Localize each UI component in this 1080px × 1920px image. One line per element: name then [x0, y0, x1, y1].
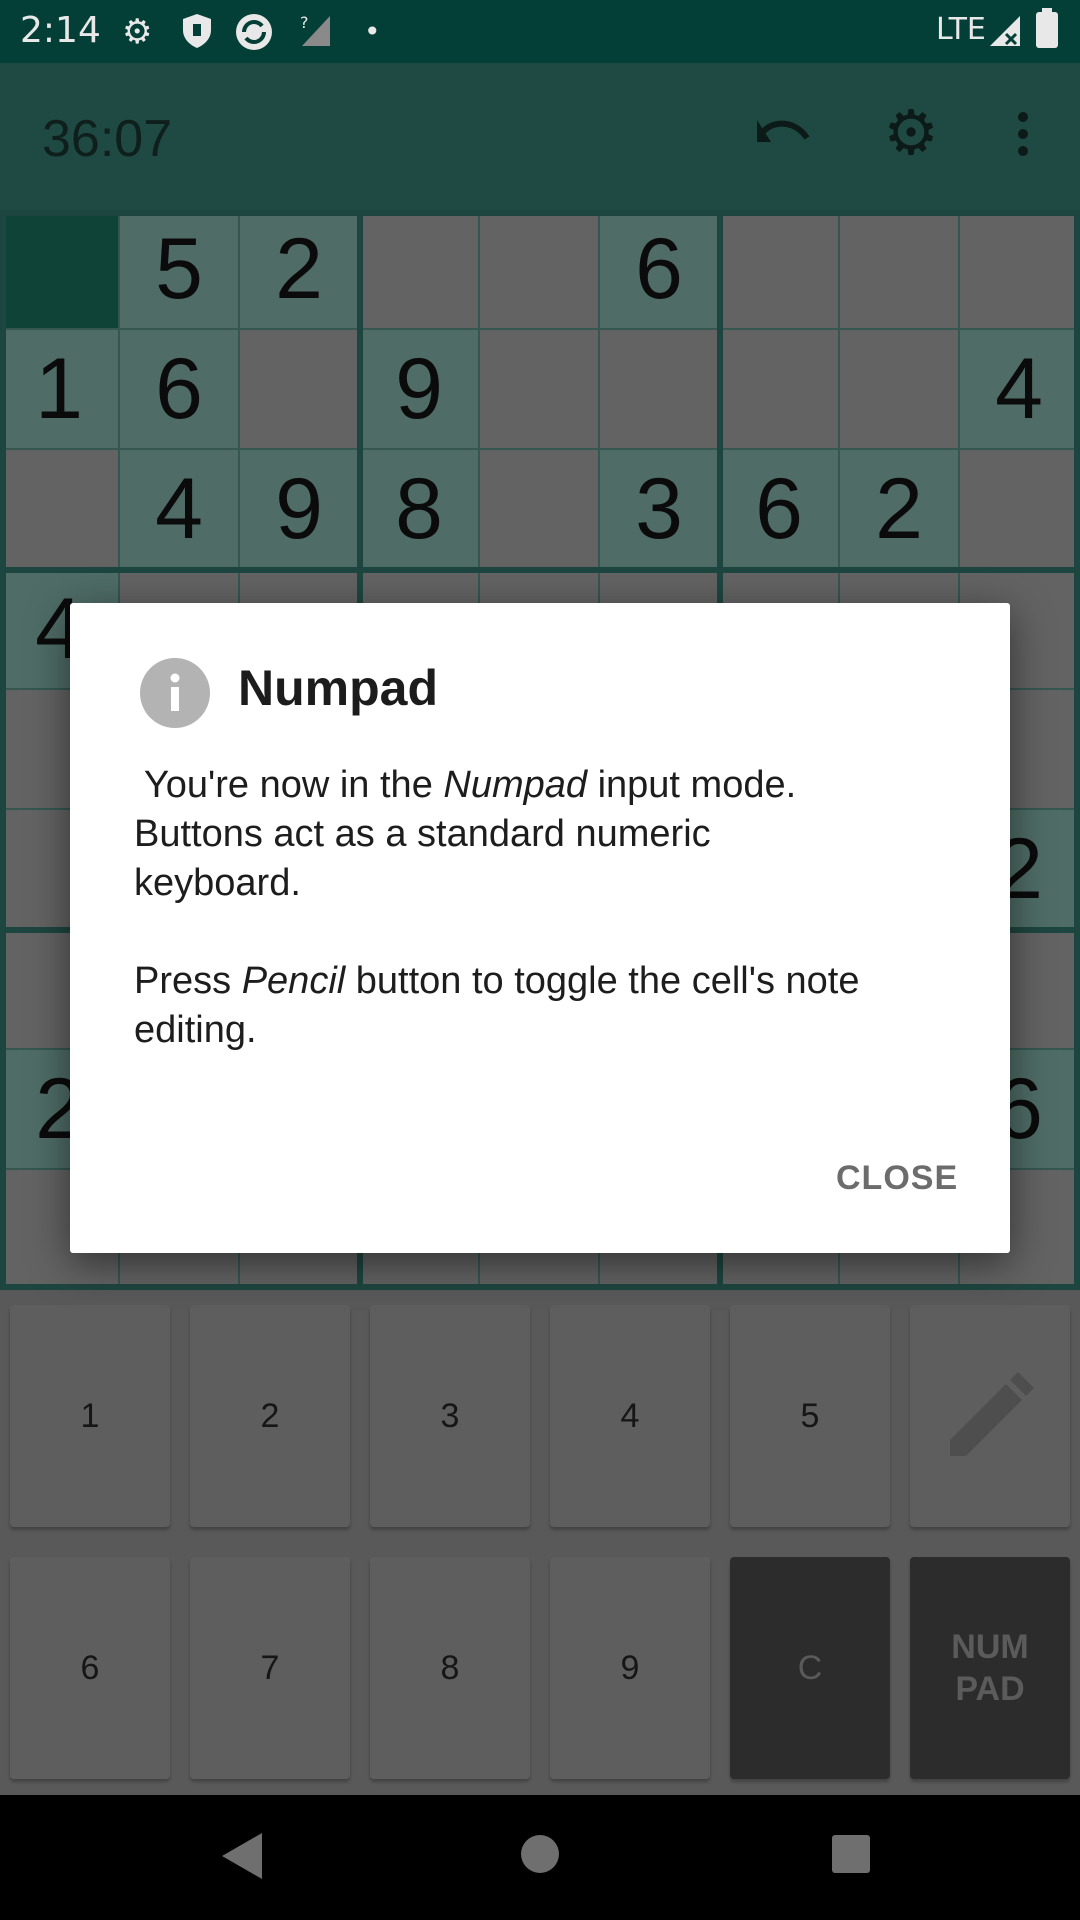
- board-cell[interactable]: 6: [600, 210, 720, 330]
- no-signal-status-icon: ?: [298, 12, 332, 57]
- board-cell[interactable]: [480, 450, 600, 570]
- board-cell[interactable]: 4: [120, 450, 240, 570]
- gear-icon: ⚙: [883, 99, 939, 168]
- key-9[interactable]: 9: [550, 1557, 710, 1779]
- board-cell[interactable]: 6: [120, 330, 240, 450]
- pencil-button[interactable]: [910, 1305, 1070, 1527]
- status-time: 2:14: [20, 10, 101, 51]
- dialog-text: Buttons act as a standard numeric: [134, 813, 711, 855]
- board-cell[interactable]: [480, 330, 600, 450]
- dialog-text: editing.: [134, 1009, 257, 1051]
- dialog-text: input mode.: [587, 764, 797, 806]
- status-bar: 2:14 ⚙ ? • LTE: [0, 0, 1080, 63]
- block-divider: [0, 210, 1080, 216]
- dialog-text-emphasis: Pencil: [241, 960, 346, 1002]
- board-cell[interactable]: 4: [960, 330, 1080, 450]
- board-cell[interactable]: [0, 450, 120, 570]
- back-icon[interactable]: [222, 1833, 262, 1879]
- board-cell[interactable]: 8: [360, 450, 480, 570]
- keypad: 1 2 3 4 5 6 7 8 9 C NUM PAD: [0, 1290, 1080, 1795]
- board-cell[interactable]: [960, 210, 1080, 330]
- board-cell[interactable]: 9: [240, 450, 360, 570]
- key-8[interactable]: 8: [370, 1557, 530, 1779]
- board-cell[interactable]: 3: [600, 450, 720, 570]
- settings-status-icon: ⚙: [122, 12, 153, 52]
- block-divider: [0, 567, 1080, 573]
- app-bar: 36:07 ⚙: [0, 63, 1080, 210]
- dialog-message: You're now in the Numpad input mode. But…: [134, 761, 954, 1055]
- key-3[interactable]: 3: [370, 1305, 530, 1527]
- battery-icon: [1036, 8, 1058, 48]
- board-cell[interactable]: 5: [120, 210, 240, 330]
- navigation-bar: [0, 1795, 1080, 1920]
- key-5[interactable]: 5: [730, 1305, 890, 1527]
- block-divider: [1074, 210, 1080, 1290]
- notification-dot-icon: •: [364, 15, 381, 48]
- input-mode-label-line2: PAD: [955, 1670, 1025, 1708]
- board-cell[interactable]: 2: [240, 210, 360, 330]
- dialog-text-emphasis: Numpad: [443, 764, 588, 806]
- board-cell[interactable]: [0, 210, 120, 330]
- dialog-text: Press: [134, 960, 242, 1002]
- dialog-title: Numpad: [238, 660, 438, 716]
- undo-icon: [757, 120, 810, 142]
- game-timer: 36:07: [42, 110, 173, 168]
- board-cell[interactable]: 1: [0, 330, 120, 450]
- more-options-button[interactable]: [988, 99, 1058, 169]
- signal-icon: [990, 16, 1020, 46]
- block-divider: [0, 210, 6, 1290]
- input-mode-label-line1: NUM: [951, 1628, 1029, 1666]
- numpad-info-dialog: Numpad You're now in the Numpad input mo…: [70, 603, 1010, 1253]
- board-cell[interactable]: [600, 330, 720, 450]
- board-cell[interactable]: [840, 210, 960, 330]
- more-vert-icon: [1018, 112, 1028, 156]
- key-4[interactable]: 4: [550, 1305, 710, 1527]
- home-icon[interactable]: [521, 1835, 559, 1873]
- board-cell[interactable]: [480, 210, 600, 330]
- board-cell[interactable]: [360, 210, 480, 330]
- shield-status-icon: [180, 12, 214, 59]
- pencil-icon: [950, 1372, 1034, 1456]
- sync-status-icon: [234, 12, 274, 61]
- network-type: LTE: [936, 12, 986, 47]
- key-2[interactable]: 2: [190, 1305, 350, 1527]
- input-mode-button[interactable]: NUM PAD: [910, 1557, 1070, 1779]
- dialog-text: button to toggle the cell's note: [345, 960, 860, 1002]
- clear-button[interactable]: C: [730, 1557, 890, 1779]
- dialog-text: You're now in the: [134, 764, 444, 806]
- key-1[interactable]: 1: [10, 1305, 170, 1527]
- key-6[interactable]: 6: [10, 1557, 170, 1779]
- recents-icon[interactable]: [832, 1835, 870, 1873]
- close-button[interactable]: CLOSE: [836, 1159, 958, 1198]
- board-cell[interactable]: [960, 450, 1080, 570]
- board-cell[interactable]: [720, 210, 840, 330]
- dialog-text: keyboard.: [134, 862, 301, 904]
- board-cell[interactable]: 9: [360, 330, 480, 450]
- settings-button[interactable]: ⚙: [876, 99, 946, 169]
- board-cell[interactable]: 2: [840, 450, 960, 570]
- key-7[interactable]: 7: [190, 1557, 350, 1779]
- board-cell[interactable]: [840, 330, 960, 450]
- board-cell[interactable]: [720, 330, 840, 450]
- svg-text:?: ?: [300, 13, 309, 32]
- info-icon: [140, 658, 210, 728]
- board-cell[interactable]: 6: [720, 450, 840, 570]
- undo-button[interactable]: [750, 99, 820, 169]
- board-cell[interactable]: [240, 330, 360, 450]
